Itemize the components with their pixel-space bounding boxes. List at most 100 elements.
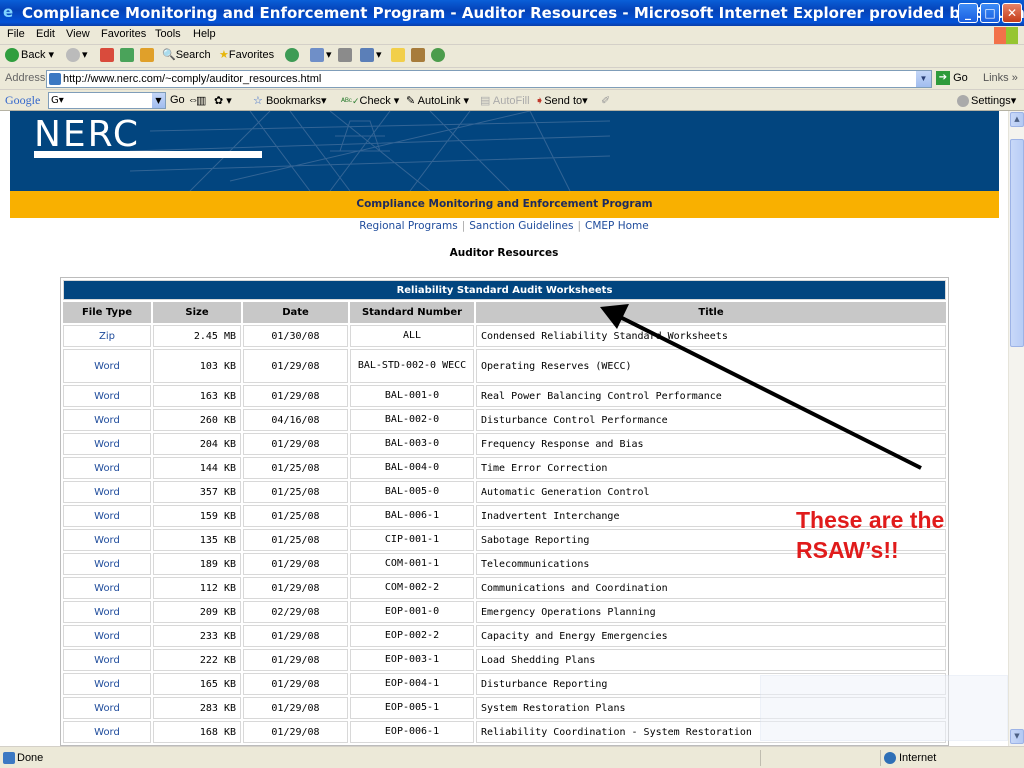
- go-button[interactable]: ➔ Go: [936, 71, 968, 85]
- pagerank-icon[interactable]: ▥: [196, 94, 206, 107]
- menu-edit[interactable]: Edit: [36, 28, 55, 40]
- file-type-link[interactable]: Word: [63, 721, 151, 743]
- menu-tools[interactable]: Tools: [155, 28, 181, 40]
- separator: |: [577, 220, 582, 232]
- star-outline-icon: ☆: [253, 95, 263, 107]
- file-date: 01/29/08: [243, 673, 348, 695]
- file-type-link[interactable]: Word: [63, 529, 151, 551]
- file-type-link[interactable]: Word: [63, 481, 151, 503]
- popup-blocker-icon[interactable]: ✿ ▾: [214, 94, 232, 107]
- favorites-button[interactable]: ★Favorites: [219, 48, 274, 61]
- table-row: Word 204 KB 01/29/08 BAL-003-0 Frequency Res…: [63, 433, 946, 455]
- mail-button[interactable]: ▾: [310, 48, 332, 63]
- header-standard-number: Standard Number: [350, 302, 474, 323]
- chevron-down-icon[interactable]: ▼: [916, 71, 931, 87]
- refresh-button[interactable]: [120, 48, 136, 62]
- logo-divider: [34, 151, 262, 158]
- scroll-thumb[interactable]: [1010, 139, 1024, 347]
- file-type-link[interactable]: Word: [63, 625, 151, 647]
- nerc-logo[interactable]: NERC: [34, 115, 140, 155]
- file-type-link[interactable]: Word: [63, 577, 151, 599]
- scroll-up-icon[interactable]: ▲: [1010, 112, 1024, 127]
- standard-title: Disturbance Control Performance: [476, 409, 946, 431]
- file-size: 165 KB: [153, 673, 241, 695]
- file-type-link[interactable]: Word: [63, 385, 151, 407]
- research-icon: [411, 48, 425, 62]
- menu-file[interactable]: File: [7, 28, 25, 40]
- scroll-down-icon[interactable]: ▼: [1010, 729, 1024, 744]
- file-date: 01/29/08: [243, 553, 348, 575]
- standard-number: EOP-005-1: [350, 697, 474, 719]
- spell-check-button[interactable]: ᴬᴮᶜ✓Check ▾: [341, 94, 399, 107]
- standard-number: EOP-001-0: [350, 601, 474, 623]
- link-regional-programs[interactable]: Regional Programs: [359, 220, 457, 232]
- autolink-button[interactable]: ✎ AutoLink ▾: [406, 94, 469, 107]
- send-to-button[interactable]: ➧Send to▾: [535, 94, 588, 107]
- highlighter-icon[interactable]: ✐: [601, 94, 610, 107]
- links-button[interactable]: Links »: [983, 72, 1018, 84]
- settings-icon: [957, 95, 969, 108]
- google-go-button[interactable]: Go ⇔: [170, 94, 199, 106]
- close-button[interactable]: ✕: [1002, 3, 1022, 23]
- home-button[interactable]: [140, 48, 156, 62]
- search-button[interactable]: 🔍Search: [162, 48, 211, 61]
- file-date: 01/29/08: [243, 649, 348, 671]
- bookmarks-button[interactable]: ☆ Bookmarks▾: [253, 94, 326, 107]
- file-type-link[interactable]: Word: [63, 433, 151, 455]
- file-type-link[interactable]: Word: [63, 457, 151, 479]
- folder-button[interactable]: [391, 48, 407, 62]
- security-zone[interactable]: Internet: [884, 752, 936, 765]
- file-type-link[interactable]: Word: [63, 601, 151, 623]
- file-type-link[interactable]: Word: [63, 649, 151, 671]
- messenger-button[interactable]: [431, 48, 447, 62]
- standard-title: Load Shedding Plans: [476, 649, 946, 671]
- table-row: Word 233 KB 01/29/08 EOP-002-2 Capacity and …: [63, 625, 946, 647]
- table-row: Word 222 KB 01/29/08 EOP-003-1 Load Shedding…: [63, 649, 946, 671]
- file-size: 159 KB: [153, 505, 241, 527]
- home-icon: [140, 48, 154, 62]
- faded-popup: [760, 675, 1008, 741]
- table-row: Zip 2.45 MB 01/30/08 ALL Condensed Reliabili…: [63, 325, 946, 347]
- file-type-link[interactable]: Word: [63, 409, 151, 431]
- menu-help[interactable]: Help: [193, 28, 216, 40]
- title-bar[interactable]: e Compliance Monitoring and Enforcement …: [0, 0, 1024, 26]
- stop-button[interactable]: [100, 48, 116, 62]
- file-type-link[interactable]: Zip: [63, 325, 151, 347]
- research-button[interactable]: [411, 48, 427, 62]
- autofill-button[interactable]: ▤ AutoFill: [480, 94, 530, 107]
- file-type-link[interactable]: Word: [63, 349, 151, 383]
- file-size: 135 KB: [153, 529, 241, 551]
- file-size: 204 KB: [153, 433, 241, 455]
- file-date: 01/29/08: [243, 433, 348, 455]
- file-type-link[interactable]: Word: [63, 697, 151, 719]
- file-size: 233 KB: [153, 625, 241, 647]
- file-type-link[interactable]: Word: [63, 553, 151, 575]
- maximize-button[interactable]: □: [980, 3, 1000, 23]
- address-input[interactable]: http://www.nerc.com/~comply/auditor_reso…: [46, 70, 932, 88]
- print-icon: [338, 48, 352, 62]
- edit-button[interactable]: ▾: [360, 48, 382, 63]
- history-button[interactable]: [285, 48, 301, 62]
- file-date: 01/25/08: [243, 505, 348, 527]
- file-date: 01/29/08: [243, 625, 348, 647]
- page-icon: [49, 73, 61, 85]
- print-button[interactable]: [338, 48, 354, 62]
- link-cmep-home[interactable]: CMEP Home: [585, 220, 649, 232]
- stop-icon: [100, 48, 114, 62]
- vertical-scrollbar[interactable]: ▲ ▼: [1008, 111, 1024, 746]
- minimize-button[interactable]: _: [958, 3, 978, 23]
- link-sanction-guidelines[interactable]: Sanction Guidelines: [469, 220, 573, 232]
- google-logo[interactable]: Google: [5, 93, 40, 108]
- google-search-input[interactable]: G▾ ▼: [48, 92, 166, 109]
- menu-view[interactable]: View: [66, 28, 90, 40]
- settings-button[interactable]: Settings▾: [957, 94, 1016, 108]
- autofill-icon: ▤: [480, 95, 491, 107]
- standard-number: BAL-005-0: [350, 481, 474, 503]
- file-type-link[interactable]: Word: [63, 673, 151, 695]
- back-button[interactable]: Back ▾: [5, 48, 54, 63]
- forward-button[interactable]: ▾: [66, 48, 88, 63]
- file-type-link[interactable]: Word: [63, 505, 151, 527]
- chevron-down-icon[interactable]: ▼: [152, 93, 165, 108]
- menu-favorites[interactable]: Favorites: [101, 28, 146, 40]
- ie-window: e Compliance Monitoring and Enforcement …: [0, 0, 1024, 768]
